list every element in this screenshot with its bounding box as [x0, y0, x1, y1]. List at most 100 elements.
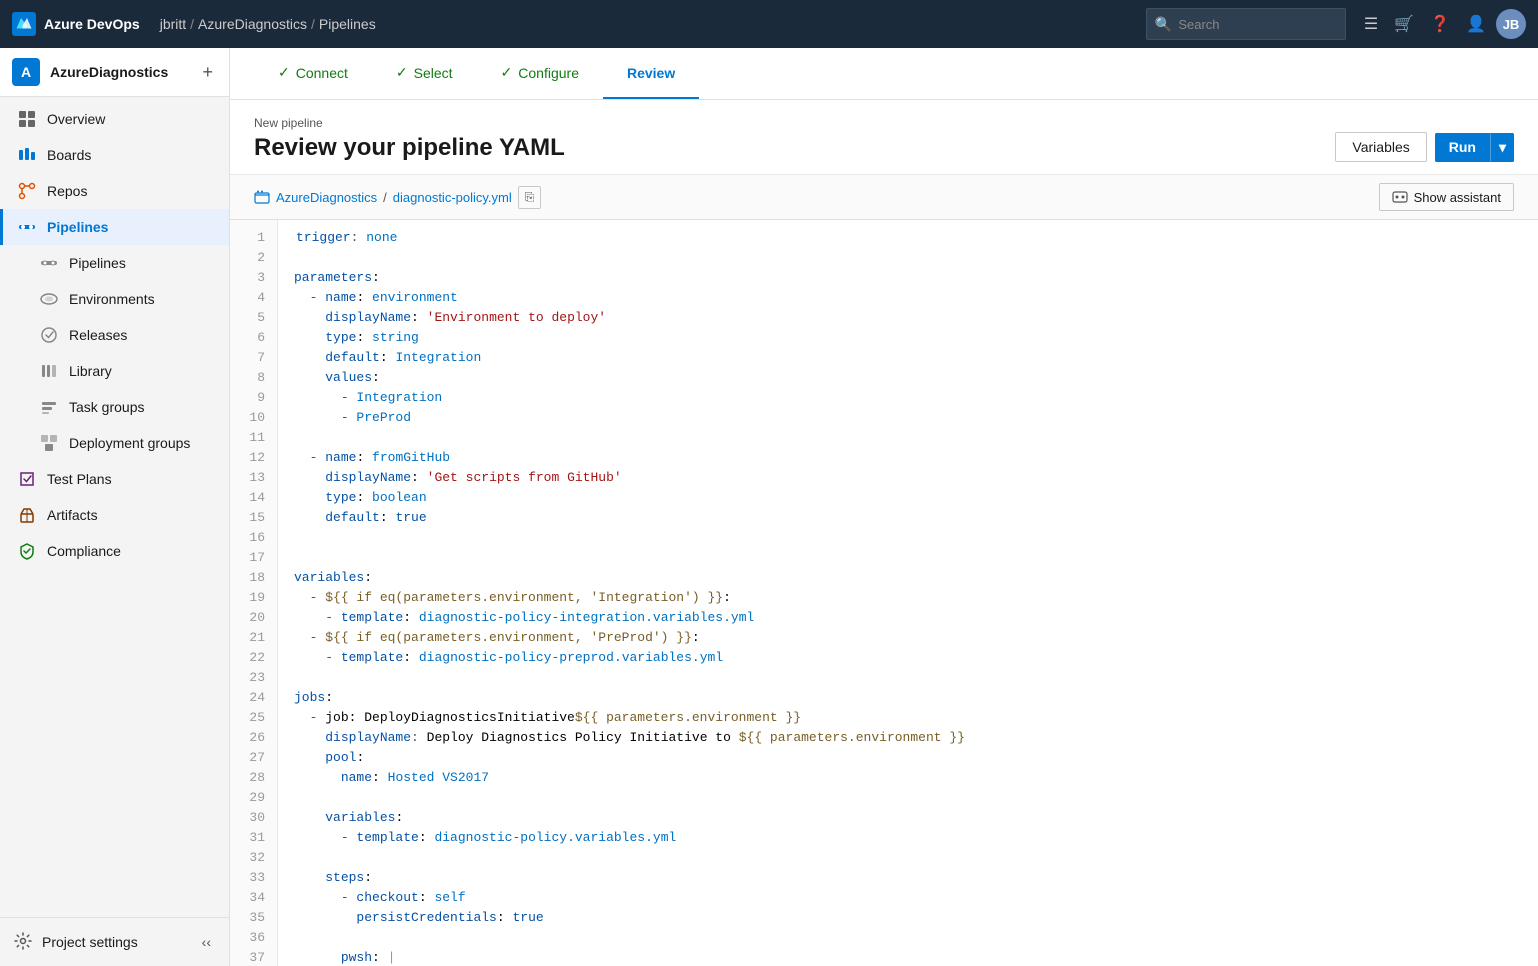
code-line[interactable]: - checkout: self: [294, 888, 1538, 908]
line-number: 6: [230, 328, 277, 348]
environments-icon: [39, 290, 59, 308]
code-line[interactable]: - Integration: [294, 388, 1538, 408]
breadcrumb-section[interactable]: Pipelines: [319, 16, 376, 32]
show-assistant-button[interactable]: Show assistant: [1379, 183, 1514, 211]
sidebar-item-task-groups[interactable]: Task groups: [0, 389, 229, 425]
sidebar-item-environments[interactable]: Environments: [0, 281, 229, 317]
code-line[interactable]: displayName: Deploy Diagnostics Policy I…: [294, 728, 1538, 748]
search-box[interactable]: 🔍: [1146, 8, 1346, 40]
app-logo[interactable]: Azure DevOps: [12, 12, 140, 36]
repo-icon: [254, 189, 270, 205]
code-line[interactable]: pwsh: |: [294, 948, 1538, 966]
breadcrumb-user[interactable]: jbritt: [160, 16, 186, 32]
code-lines[interactable]: trigger: none parameters: - name: enviro…: [278, 220, 1538, 966]
shopping-icon-btn[interactable]: 🛒: [1388, 8, 1420, 40]
search-input[interactable]: [1178, 17, 1337, 32]
code-line[interactable]: variables:: [294, 568, 1538, 588]
help-icon-btn[interactable]: ❓: [1424, 8, 1456, 40]
wizard-step-configure[interactable]: ✓ Configure: [477, 48, 603, 99]
wizard-step-review[interactable]: Review: [603, 48, 699, 99]
code-line[interactable]: - template: diagnostic-policy.variables.…: [294, 828, 1538, 848]
sidebar-item-pipelines[interactable]: Pipelines: [0, 209, 229, 245]
sidebar-item-compliance[interactable]: Compliance: [0, 533, 229, 569]
wizard-step-connect[interactable]: ✓ Connect: [254, 48, 372, 99]
sidebar-item-library[interactable]: Library: [0, 353, 229, 389]
code-line[interactable]: trigger: none: [294, 228, 1538, 248]
code-line[interactable]: type: string: [294, 328, 1538, 348]
code-line[interactable]: - PreProd: [294, 408, 1538, 428]
code-line[interactable]: displayName: 'Environment to deploy': [294, 308, 1538, 328]
code-line[interactable]: variables:: [294, 808, 1538, 828]
code-line[interactable]: - ${{ if eq(parameters.environment, 'Pre…: [294, 628, 1538, 648]
line-number: 34: [230, 888, 277, 908]
code-line[interactable]: [294, 668, 1538, 688]
code-line[interactable]: [294, 548, 1538, 568]
sidebar-item-project-settings[interactable]: Project settings ‹‹: [0, 918, 229, 966]
code-line[interactable]: - template: diagnostic-policy-integratio…: [294, 608, 1538, 628]
code-line[interactable]: [294, 788, 1538, 808]
line-number: 23: [230, 668, 277, 688]
wizard-tabs: ✓ Connect ✓ Select ✓ Configure Review: [230, 48, 1538, 100]
code-line[interactable]: default: Integration: [294, 348, 1538, 368]
code-line[interactable]: displayName: 'Get scripts from GitHub': [294, 468, 1538, 488]
line-number: 18: [230, 568, 277, 588]
breadcrumb: jbritt / AzureDiagnostics / Pipelines: [160, 16, 376, 32]
wizard-step-select[interactable]: ✓ Select: [372, 48, 477, 99]
line-number: 2: [230, 248, 277, 268]
code-line[interactable]: - name: environment: [294, 288, 1538, 308]
sidebar-item-repos[interactable]: Repos: [0, 173, 229, 209]
code-line[interactable]: name: Hosted VS2017: [294, 768, 1538, 788]
code-line[interactable]: [294, 248, 1538, 268]
sidebar-collapse-button[interactable]: ‹‹: [198, 930, 215, 954]
sidebar-item-test-plans[interactable]: Test Plans: [0, 461, 229, 497]
code-line[interactable]: - job: DeployDiagnosticsInitiative${{ pa…: [294, 708, 1538, 728]
sidebar-nav: Overview Boards Repos P: [0, 97, 229, 917]
line-number: 21: [230, 628, 277, 648]
code-line[interactable]: [294, 928, 1538, 948]
copy-path-button[interactable]: ⎘: [518, 186, 542, 209]
sidebar-item-releases[interactable]: Releases: [0, 317, 229, 353]
breadcrumb-org[interactable]: AzureDiagnostics: [198, 16, 307, 32]
sidebar-item-label: Deployment groups: [69, 435, 190, 451]
sidebar-item-pipelines-sub[interactable]: Pipelines: [0, 245, 229, 281]
sidebar-item-overview[interactable]: Overview: [0, 101, 229, 137]
code-line[interactable]: - ${{ if eq(parameters.environment, 'Int…: [294, 588, 1538, 608]
code-line[interactable]: - template: diagnostic-policy-preprod.va…: [294, 648, 1538, 668]
artifacts-icon: [17, 506, 37, 524]
avatar[interactable]: JB: [1496, 9, 1526, 39]
line-number: 19: [230, 588, 277, 608]
content-area: ✓ Connect ✓ Select ✓ Configure Review Ne…: [230, 48, 1538, 966]
code-line[interactable]: pool:: [294, 748, 1538, 768]
code-line[interactable]: persistCredentials: true: [294, 908, 1538, 928]
show-assistant-label: Show assistant: [1414, 190, 1501, 205]
step-select-label: Select: [414, 65, 453, 81]
run-dropdown-button[interactable]: ▾: [1491, 133, 1514, 162]
code-line[interactable]: [294, 528, 1538, 548]
code-line[interactable]: type: boolean: [294, 488, 1538, 508]
code-area: AzureDiagnostics / diagnostic-policy.yml…: [230, 175, 1538, 966]
code-file-header: AzureDiagnostics / diagnostic-policy.yml…: [230, 175, 1538, 220]
sidebar-item-label: Boards: [47, 147, 91, 163]
add-project-button[interactable]: +: [198, 60, 217, 85]
code-line[interactable]: parameters:: [294, 268, 1538, 288]
line-number: 12: [230, 448, 277, 468]
user-icon-btn[interactable]: 👤: [1460, 8, 1492, 40]
line-number: 24: [230, 688, 277, 708]
code-line[interactable]: [294, 428, 1538, 448]
line-number: 20: [230, 608, 277, 628]
sidebar-item-boards[interactable]: Boards: [0, 137, 229, 173]
run-button[interactable]: Run: [1435, 133, 1491, 162]
page-header-left: New pipeline Review your pipeline YAML: [254, 116, 565, 162]
sidebar-item-artifacts[interactable]: Artifacts: [0, 497, 229, 533]
list-icon-btn[interactable]: ☰: [1358, 8, 1384, 40]
code-line[interactable]: values:: [294, 368, 1538, 388]
code-line[interactable]: - name: fromGitHub: [294, 448, 1538, 468]
variables-button[interactable]: Variables: [1335, 132, 1426, 162]
sidebar-item-deployment-groups[interactable]: Deployment groups: [0, 425, 229, 461]
code-line[interactable]: default: true: [294, 508, 1538, 528]
code-line[interactable]: [294, 848, 1538, 868]
page-title: Review your pipeline YAML: [254, 134, 565, 162]
line-number: 22: [230, 648, 277, 668]
code-line[interactable]: steps:: [294, 868, 1538, 888]
code-line[interactable]: jobs:: [294, 688, 1538, 708]
